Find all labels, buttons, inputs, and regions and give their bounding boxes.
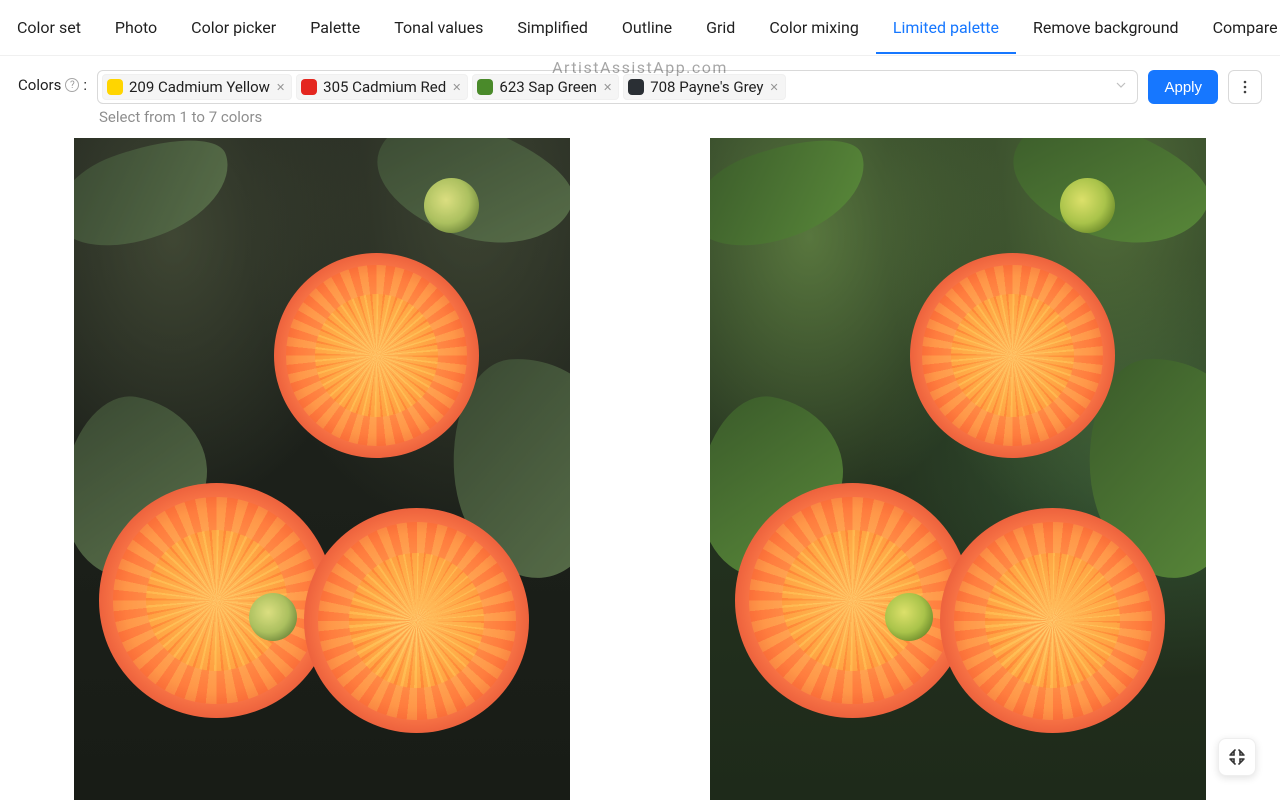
tab-remove-background[interactable]: Remove background <box>1016 2 1196 53</box>
main-tabs: Color set Photo Color picker Palette Ton… <box>0 0 1280 56</box>
color-tag-sap-green[interactable]: 623 Sap Green ✕ <box>472 74 619 100</box>
colors-label-text: Colors <box>18 76 61 94</box>
close-icon[interactable]: ✕ <box>603 82 612 93</box>
tab-color-mixing[interactable]: Color mixing <box>752 2 876 53</box>
exit-fullscreen-icon <box>1228 748 1246 766</box>
swatch-icon <box>301 79 317 95</box>
tab-grid[interactable]: Grid <box>689 2 752 53</box>
colors-label: Colors ? : <box>18 70 87 94</box>
color-tag-label: 708 Payne's Grey <box>650 78 763 96</box>
limited-palette-image[interactable] <box>74 138 570 800</box>
swatch-icon <box>477 79 493 95</box>
original-image[interactable] <box>710 138 1206 800</box>
color-tag-label: 623 Sap Green <box>499 78 597 96</box>
close-icon[interactable]: ✕ <box>276 82 285 93</box>
image-compare-area <box>0 132 1280 800</box>
tab-palette[interactable]: Palette <box>293 2 377 53</box>
colors-help-icon[interactable]: ? <box>65 78 79 92</box>
chevron-down-icon[interactable] <box>1115 79 1127 95</box>
colors-label-colon: : <box>83 76 87 94</box>
close-icon[interactable]: ✕ <box>452 82 461 93</box>
tab-color-set[interactable]: Color set <box>0 2 98 53</box>
close-icon[interactable]: ✕ <box>769 82 778 93</box>
color-tag-label: 305 Cadmium Red <box>323 78 446 96</box>
more-vertical-icon[interactable] <box>1228 70 1262 104</box>
color-tag-label: 209 Cadmium Yellow <box>129 78 270 96</box>
tab-simplified[interactable]: Simplified <box>500 2 605 53</box>
tab-compare[interactable]: Compare <box>1196 2 1280 53</box>
tab-tonal-values[interactable]: Tonal values <box>377 2 500 53</box>
swatch-icon <box>107 79 123 95</box>
swatch-icon <box>628 79 644 95</box>
limited-palette-toolbar: Colors ? : 209 Cadmium Yellow ✕ 305 Cadm… <box>0 56 1280 132</box>
tab-color-picker[interactable]: Color picker <box>174 2 293 53</box>
colors-helper-text: Select from 1 to 7 colors <box>97 108 1138 126</box>
exit-fullscreen-button[interactable] <box>1218 738 1256 776</box>
tab-photo[interactable]: Photo <box>98 2 174 53</box>
color-tag-cadmium-red[interactable]: 305 Cadmium Red ✕ <box>296 74 468 100</box>
color-tag-cadmium-yellow[interactable]: 209 Cadmium Yellow ✕ <box>102 74 292 100</box>
tab-limited-palette[interactable]: Limited palette <box>876 2 1016 53</box>
colors-select[interactable]: 209 Cadmium Yellow ✕ 305 Cadmium Red ✕ 6… <box>97 70 1138 104</box>
tab-outline[interactable]: Outline <box>605 2 689 53</box>
color-tag-paynes-grey[interactable]: 708 Payne's Grey ✕ <box>623 74 786 100</box>
apply-button[interactable]: Apply <box>1148 70 1218 104</box>
